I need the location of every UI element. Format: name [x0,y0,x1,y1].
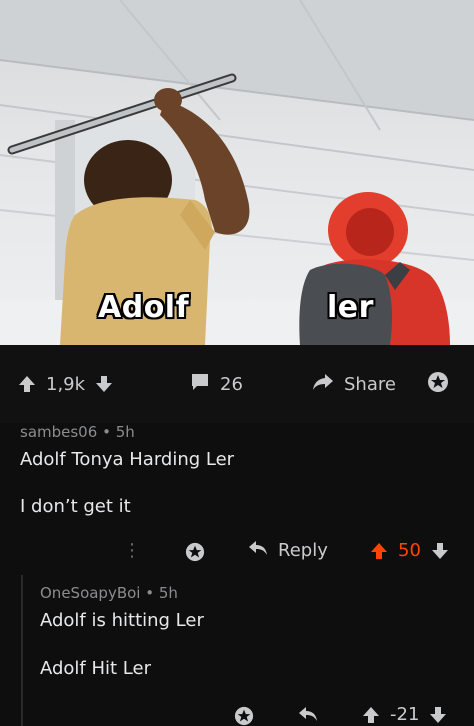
downvote-icon[interactable] [429,706,447,724]
meme-image[interactable]: Adolf ler [0,0,474,345]
comment-actions: ⋮ Reply 50 [0,540,474,566]
post-score: 1,9k [46,373,86,395]
reply-icon[interactable] [298,706,318,726]
upvote-icon[interactable] [18,375,36,393]
comment-meta: OneSoapyBoi • 5h [40,584,178,602]
comments-button[interactable]: 26 [190,373,243,396]
comment-vote-group: 50 [370,540,449,561]
share-label: Share [344,373,396,395]
upvote-icon[interactable] [362,706,380,724]
comment-text: Adolf Tonya Harding Ler [20,449,235,470]
award-icon[interactable] [234,706,254,726]
comment-icon [190,373,210,396]
right-caption: ler [327,290,374,325]
comment-age: 5h [115,423,135,441]
meta-separator: • [145,584,159,602]
comment-author[interactable]: sambes06 [20,423,97,441]
comment-age: 5h [158,584,178,602]
upvote-icon[interactable] [370,542,388,560]
post-vote-group: 1,9k [18,374,113,395]
comment-score: 50 [398,540,421,561]
meme-illustration [0,0,474,345]
post-action-bar: 1,9k 26 Share [0,345,474,423]
reply-button[interactable]: Reply [248,540,328,561]
downvote-icon[interactable] [431,542,449,560]
comment-text: Adolf Hit Ler [40,658,151,679]
more-options-icon[interactable]: ⋮ [123,540,141,561]
comment-count: 26 [220,373,243,395]
comment-meta: sambes06 • 5h [20,423,135,441]
downvote-icon[interactable] [95,375,113,393]
comment-text: Adolf is hitting Ler [40,610,204,631]
share-button[interactable]: Share [312,373,396,396]
comment-vote-group: -21 [362,704,447,725]
comment-actions: -21 [0,702,474,726]
reply-label: Reply [278,540,328,561]
comment-author[interactable]: OneSoapyBoi [40,584,140,602]
left-caption: Adolf [98,290,190,325]
reply-icon [248,540,268,561]
award-icon[interactable] [185,542,205,566]
award-icon[interactable] [427,371,449,397]
meta-separator: • [102,423,116,441]
comment-text: I don’t get it [20,496,131,517]
share-icon [312,373,334,396]
comment-score: -21 [390,704,420,725]
